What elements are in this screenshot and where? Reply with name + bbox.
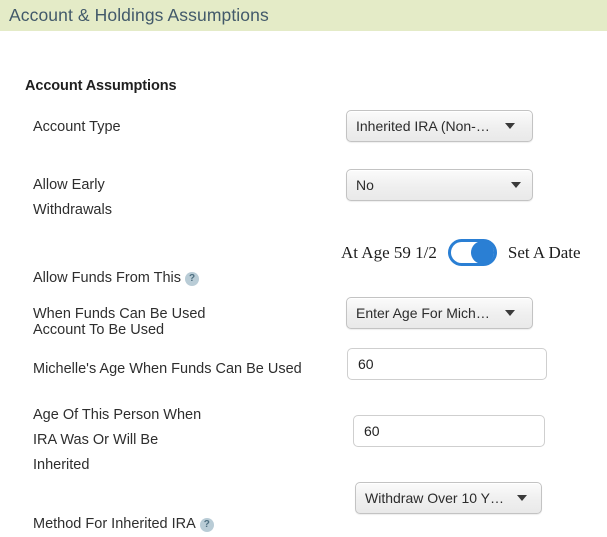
chevron-down-icon [511,182,521,188]
chevron-down-icon [505,123,515,129]
chevron-down-icon [505,310,515,316]
question-mark-icon[interactable]: ? [185,272,199,286]
page-title: Account & Holdings Assumptions [9,5,269,25]
label-account-type: Account Type [33,119,121,135]
toggle-label-set-a-date[interactable]: Set A Date [508,243,581,263]
label-method-for-inherited-ira: Method For Inherited IRA? [33,487,214,537]
dropdown-method-for-inherited-ira[interactable]: Withdraw Over 10 Y… [355,482,542,514]
label-allow-funds-line1: Allow Funds From This [33,270,181,286]
input-age-of-this-person[interactable]: 60 [353,415,545,447]
chevron-down-icon [517,495,527,501]
input-michelles-age[interactable]: 60 [347,348,547,380]
dropdown-when-funds-can-be-used-value: Enter Age For Mich… [356,305,490,321]
section-title-account-assumptions: Account Assumptions [25,78,177,94]
dropdown-method-for-inherited-ira-value: Withdraw Over 10 Y… [365,490,505,506]
dropdown-allow-early-withdrawals-value: No [356,177,374,193]
dropdown-account-type[interactable]: Inherited IRA (Non-… [346,110,533,142]
dropdown-account-type-value: Inherited IRA (Non-… [356,118,490,134]
label-allow-early-withdrawals: Allow Early Withdrawals [33,177,112,218]
toggle-group-funds-availability: At Age 59 1/2 Set A Date [341,239,581,266]
label-when-funds-can-be-used: When Funds Can Be Used [33,306,206,322]
label-allow-funds-from-account: Allow Funds From This? Account To Be Use… [33,239,199,343]
label-michelles-age: Michelle's Age When Funds Can Be Used [33,361,302,377]
panel-header: Account & Holdings Assumptions [0,0,607,31]
toggle-funds-availability[interactable] [447,239,497,266]
toggle-label-at-age-59-half[interactable]: At Age 59 1/2 [341,243,437,263]
dropdown-allow-early-withdrawals[interactable]: No [346,169,533,201]
dropdown-when-funds-can-be-used[interactable]: Enter Age For Mich… [346,297,533,329]
label-age-of-this-person: Age Of This Person When IRA Was Or Will … [33,407,202,473]
question-mark-icon[interactable]: ? [199,518,214,532]
toggle-knob[interactable] [470,241,494,264]
label-method-for-inherited-ira-text: Method For Inherited IRA [33,516,196,532]
